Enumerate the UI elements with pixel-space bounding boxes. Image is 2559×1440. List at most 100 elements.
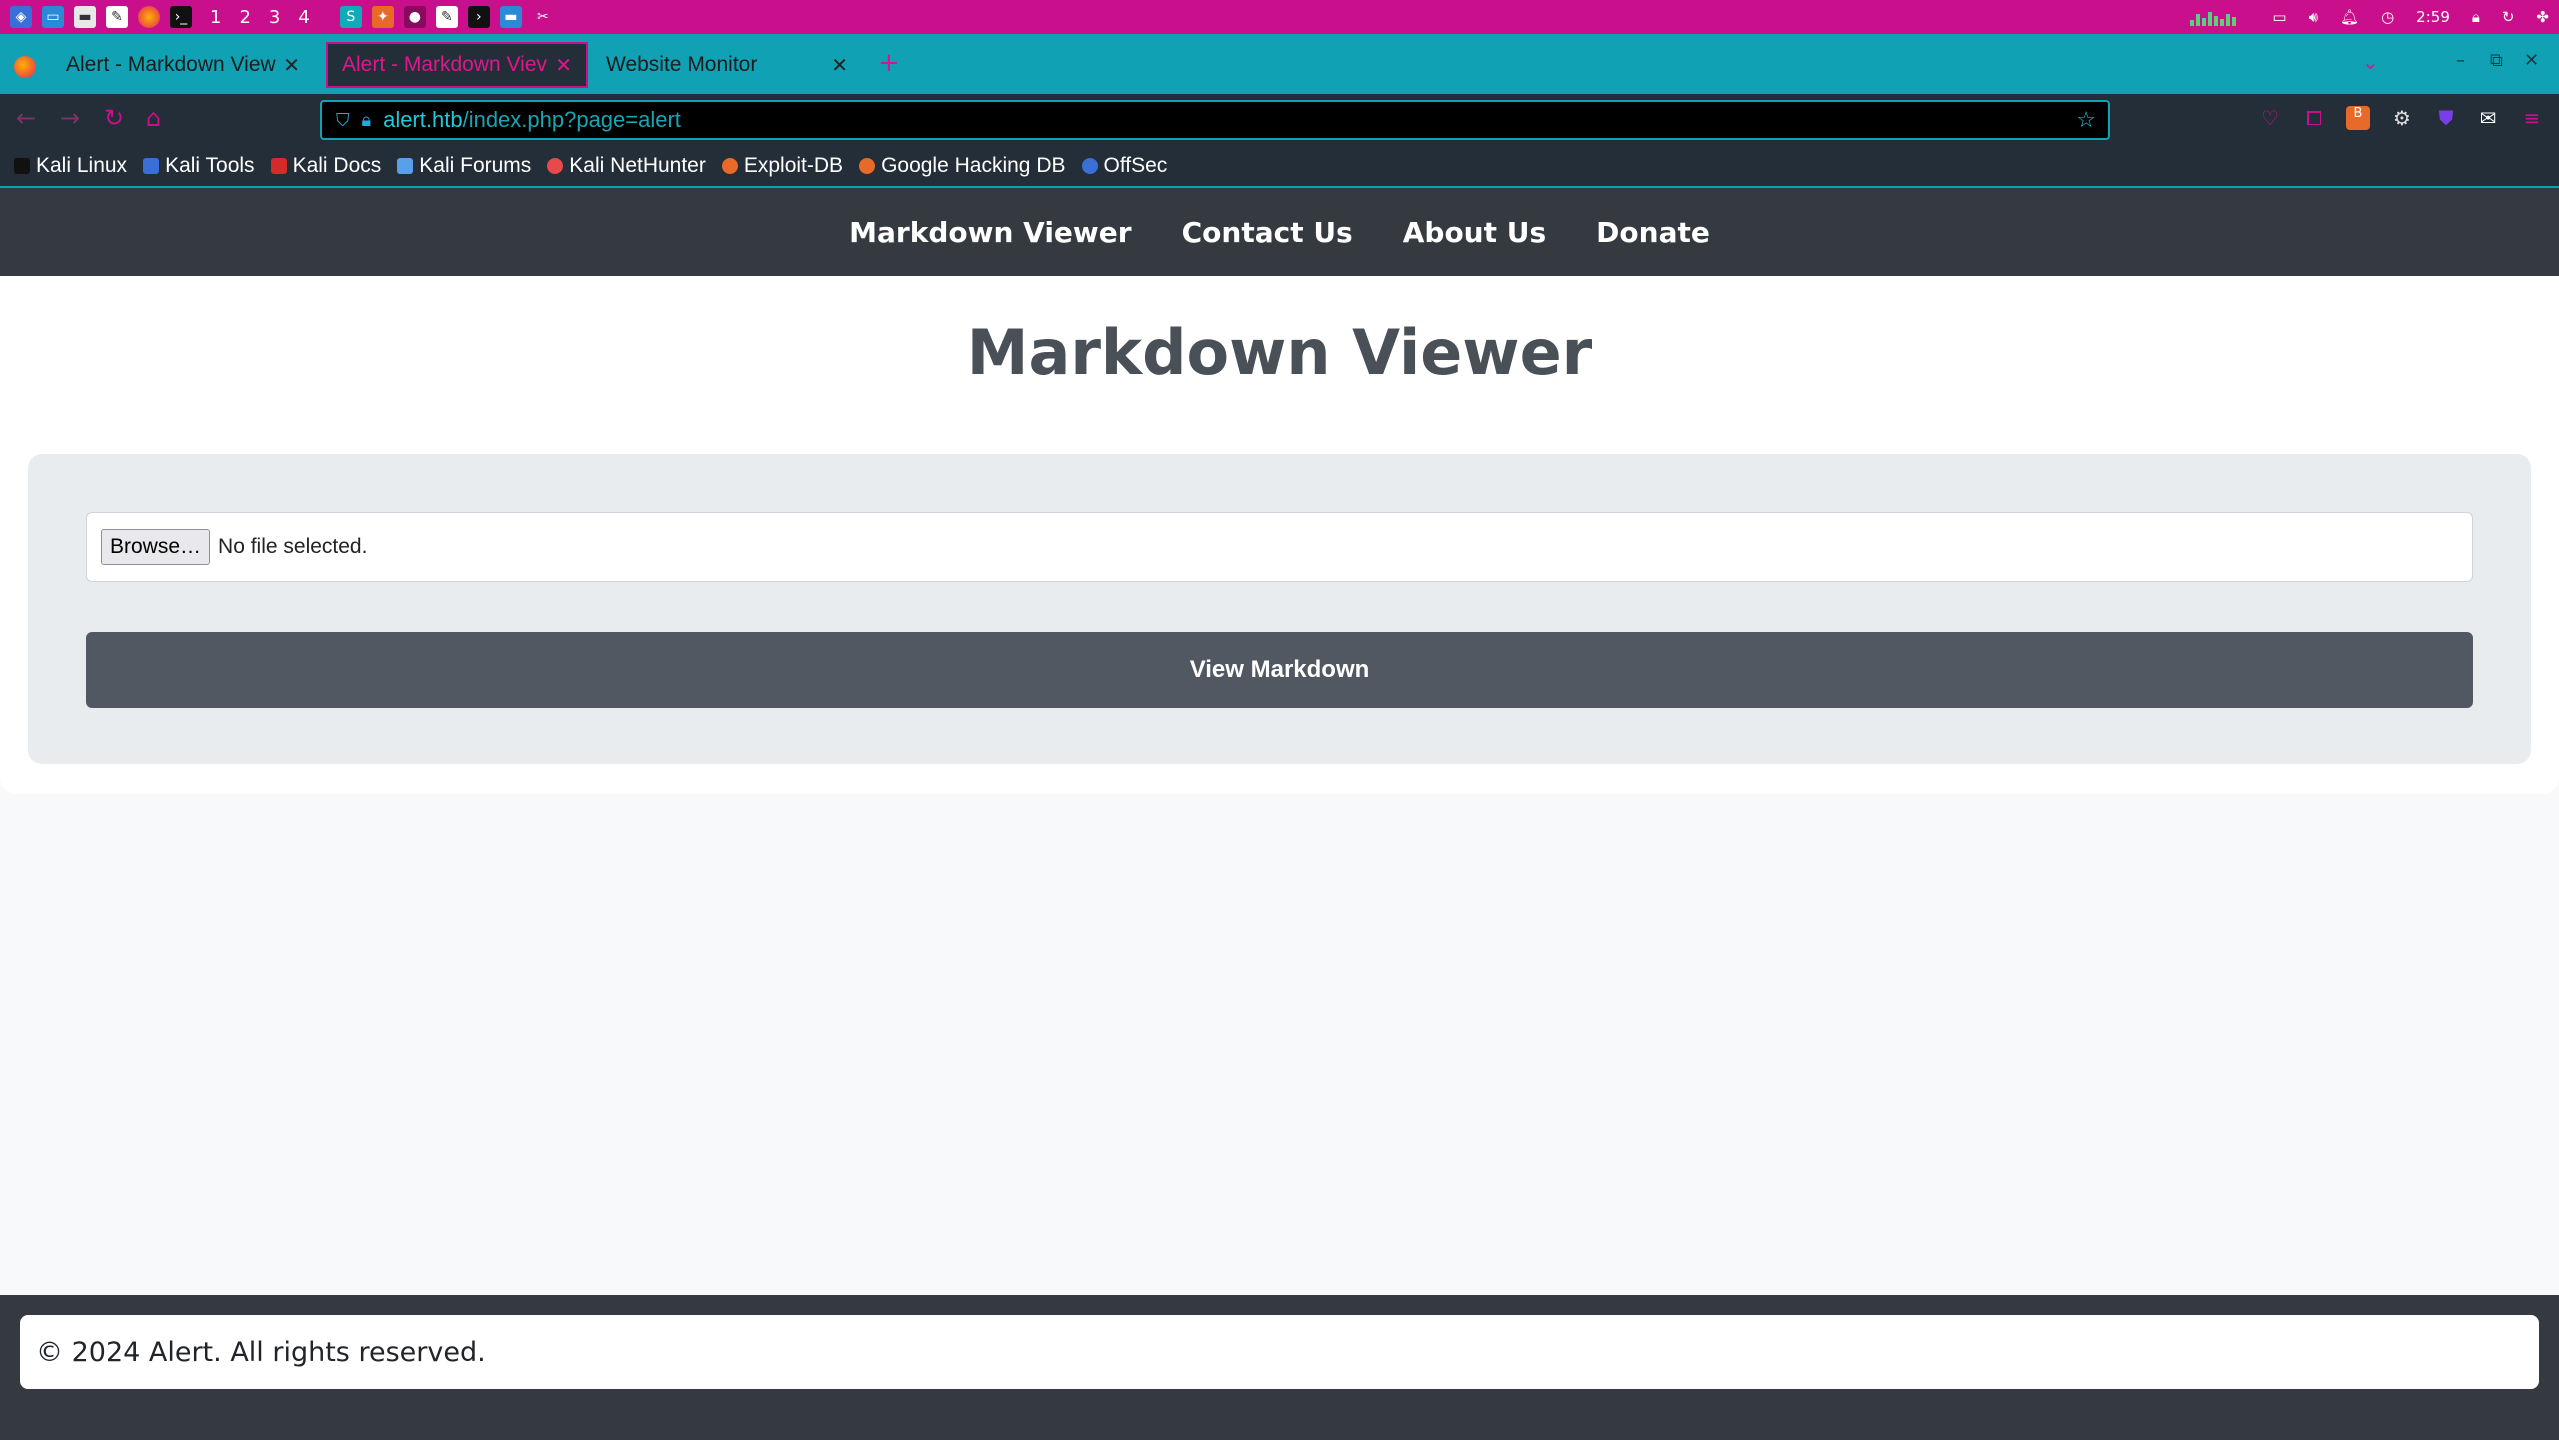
upload-form: Browse… No file selected. View Markdown bbox=[28, 454, 2531, 764]
tab-alert-1[interactable]: Alert - Markdown View ✕ bbox=[52, 42, 314, 88]
kali-nethunter-icon bbox=[547, 158, 564, 174]
task-burp-icon[interactable]: ✦ bbox=[371, 6, 394, 28]
browse-button[interactable]: Browse… bbox=[101, 529, 211, 565]
bookmark-label: Kali Docs bbox=[292, 154, 382, 177]
kali-linux-icon bbox=[14, 158, 30, 174]
footer-copyright: © 2024 Alert. All rights reserved. bbox=[20, 1315, 2539, 1389]
file-manager-icon[interactable]: ▬ bbox=[74, 6, 96, 28]
notification-bell-icon[interactable]: 🔔︎ bbox=[2340, 8, 2359, 26]
os-top-panel: ◈ ▭ ▬ ✎ ›_ 1 2 3 4 S ✦ ● ✎ › ▬ ✂ ▭ 🔊︎ 🔔︎… bbox=[0, 0, 2559, 34]
pocket-icon[interactable]: ♡ bbox=[2258, 106, 2282, 130]
site-lock-icon[interactable]: 🔒︎ bbox=[362, 110, 372, 131]
url-host: alert.htb bbox=[383, 107, 463, 132]
bookmark-kali-forums[interactable]: Kali Forums bbox=[397, 154, 531, 178]
nav-contact-us[interactable]: Contact Us bbox=[1182, 216, 1353, 249]
bookmark-kali-nethunter[interactable]: Kali NetHunter bbox=[547, 154, 706, 178]
site-footer: © 2024 Alert. All rights reserved. bbox=[0, 1295, 2559, 1440]
restore-icon[interactable]: ⧉ bbox=[2490, 50, 2503, 71]
url-bar[interactable]: ⛉ 🔒︎ alert.htb/index.php?page=alert ☆ bbox=[320, 100, 2110, 140]
lock-icon[interactable]: 🔒︎ bbox=[2472, 8, 2480, 26]
workspace-1[interactable]: 1 bbox=[210, 7, 221, 28]
reload-icon[interactable]: ↻ bbox=[104, 104, 124, 132]
bookmark-kali-linux[interactable]: Kali Linux bbox=[14, 154, 127, 178]
tab-alert-2[interactable]: Alert - Markdown Viev ✕ bbox=[326, 42, 588, 88]
task-editor-icon[interactable]: ✎ bbox=[435, 6, 458, 28]
browser-tab-strip: Alert - Markdown View ✕ Alert - Markdown… bbox=[0, 34, 2559, 94]
site-nav: Markdown Viewer Contact Us About Us Dona… bbox=[0, 188, 2559, 276]
bookmark-google-hacking-db[interactable]: Google Hacking DB bbox=[859, 154, 1066, 178]
workspace-3[interactable]: 3 bbox=[269, 7, 280, 28]
bookmark-label: Exploit-DB bbox=[743, 154, 844, 177]
bookmark-label: Google Hacking DB bbox=[881, 154, 1066, 177]
mail-extension-icon[interactable]: ✉ bbox=[2476, 106, 2500, 130]
page-title: Markdown Viewer bbox=[966, 316, 1593, 389]
close-icon[interactable]: ✕ bbox=[283, 53, 300, 78]
home-icon[interactable]: ⌂ bbox=[146, 104, 161, 132]
terminal-launcher-icon[interactable]: ›_ bbox=[170, 6, 192, 28]
bookmark-exploit-db[interactable]: Exploit-DB bbox=[721, 154, 844, 178]
firefox-launcher-icon[interactable] bbox=[138, 6, 160, 28]
clock-icon: ◷ bbox=[2381, 8, 2395, 26]
file-status: No file selected. bbox=[218, 535, 368, 558]
main-card: Markdown Viewer Browse… No file selected… bbox=[0, 276, 2559, 794]
bookmark-kali-tools[interactable]: Kali Tools bbox=[143, 154, 255, 178]
task-window-icon[interactable]: ▬ bbox=[499, 6, 522, 28]
kali-tools-icon bbox=[143, 158, 160, 174]
tab-title: Alert - Markdown Viev bbox=[342, 53, 548, 76]
tab-title: Website Monitor bbox=[606, 53, 758, 76]
forward-arrow-icon[interactable]: → bbox=[60, 104, 80, 132]
text-editor-icon[interactable]: ✎ bbox=[106, 6, 128, 28]
ublock-extension-icon[interactable]: ⛊ bbox=[2434, 106, 2458, 130]
nav-about-us[interactable]: About Us bbox=[1403, 216, 1546, 249]
bookmark-label: Kali NetHunter bbox=[569, 154, 706, 177]
url-text[interactable]: alert.htb/index.php?page=alert bbox=[383, 107, 681, 133]
workspace-2[interactable]: 2 bbox=[239, 7, 250, 28]
show-desktop-icon[interactable]: ▭ bbox=[42, 6, 64, 28]
task-tool-icon[interactable]: ✂ bbox=[532, 6, 554, 28]
volume-icon[interactable]: 🔊︎ bbox=[2309, 8, 2318, 26]
exploit-db-icon bbox=[721, 158, 738, 174]
restart-icon[interactable]: ↻ bbox=[2502, 8, 2515, 26]
minimize-icon[interactable]: – bbox=[2456, 50, 2465, 71]
kali-menu-icon[interactable]: ◈ bbox=[10, 6, 32, 28]
bookmark-offsec[interactable]: OffSec bbox=[1081, 154, 1167, 178]
url-path: /index.php?page=alert bbox=[462, 107, 681, 132]
bookmark-label: Kali Linux bbox=[36, 154, 128, 177]
nav-markdown-viewer[interactable]: Markdown Viewer bbox=[849, 216, 1131, 249]
google-hacking-db-icon bbox=[859, 158, 876, 174]
burp-proxy-extension-icon[interactable]: B bbox=[2346, 106, 2370, 130]
window-close-icon[interactable]: ✕ bbox=[2524, 50, 2539, 71]
firefox-view-icon[interactable] bbox=[14, 56, 36, 78]
file-input[interactable]: Browse… No file selected. bbox=[86, 512, 2473, 582]
panel-clock[interactable]: 2:59 bbox=[2416, 8, 2450, 26]
browser-nav-toolbar: ← → ↻ ⌂ ⛉ 🔒︎ alert.htb/index.php?page=al… bbox=[0, 94, 2559, 146]
kali-forums-icon bbox=[397, 158, 414, 174]
kali-docs-icon bbox=[270, 158, 287, 174]
offsec-icon bbox=[1081, 158, 1098, 174]
display-icon[interactable]: ▭ bbox=[2272, 8, 2286, 26]
close-icon[interactable]: ✕ bbox=[555, 53, 572, 78]
bookmark-label: Kali Forums bbox=[419, 154, 532, 177]
list-tabs-chevron-icon[interactable]: ⌄ bbox=[2362, 50, 2379, 74]
tab-website-monitor[interactable]: Website Monitor ✕ bbox=[592, 42, 862, 88]
nav-donate[interactable]: Donate bbox=[1596, 216, 1710, 249]
task-terminal-icon[interactable]: › bbox=[467, 6, 490, 28]
cpu-graph bbox=[2190, 8, 2250, 26]
bookmark-star-icon[interactable]: ☆ bbox=[2076, 108, 2096, 133]
view-markdown-button[interactable]: View Markdown bbox=[86, 632, 2473, 708]
new-tab-plus-icon[interactable]: + bbox=[878, 48, 900, 78]
back-arrow-icon[interactable]: ← bbox=[16, 104, 36, 132]
extensions-puzzle-icon[interactable]: ⧠ bbox=[2302, 106, 2326, 130]
kali-dragon-icon[interactable]: ✤ bbox=[2536, 8, 2549, 26]
bookmark-kali-docs[interactable]: Kali Docs bbox=[270, 154, 382, 178]
tab-title: Alert - Markdown View bbox=[66, 53, 276, 76]
task-app-icon[interactable]: S bbox=[339, 6, 362, 28]
close-icon[interactable]: ✕ bbox=[831, 53, 848, 78]
workspace-4[interactable]: 4 bbox=[298, 7, 309, 28]
tracking-shield-icon[interactable]: ⛉ bbox=[336, 110, 350, 131]
task-firefox-icon[interactable]: ● bbox=[403, 6, 426, 28]
app-menu-icon[interactable]: ≡ bbox=[2520, 106, 2544, 130]
web-page: Markdown Viewer Contact Us About Us Dona… bbox=[0, 188, 2559, 1440]
cookie-extension-icon[interactable]: ⚙ bbox=[2390, 106, 2414, 130]
bookmarks-toolbar: Kali Linux Kali Tools Kali Docs Kali For… bbox=[0, 146, 2559, 188]
